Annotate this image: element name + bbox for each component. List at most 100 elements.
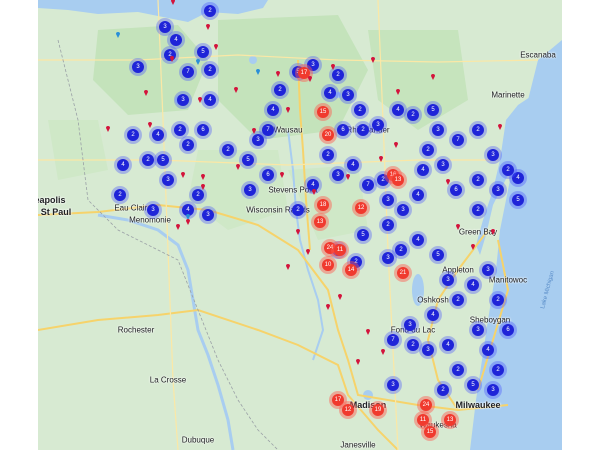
marker-cluster[interactable]: 4 (512, 172, 524, 184)
map-pin-icon[interactable] (366, 328, 370, 335)
marker-cluster[interactable]: 2 (437, 384, 449, 396)
marker-cluster[interactable]: 4 (392, 104, 404, 116)
marker-cluster[interactable]: 5 (432, 249, 444, 261)
marker-cluster[interactable]: 3 (202, 209, 214, 221)
map-pin-icon[interactable] (308, 75, 312, 82)
marker-cluster[interactable]: 6 (262, 169, 274, 181)
marker-cluster[interactable]: 13 (314, 216, 326, 228)
map-pin-icon[interactable] (431, 73, 435, 80)
map-pin-icon[interactable] (171, 0, 175, 5)
marker-cluster[interactable]: 3 (382, 194, 394, 206)
marker-cluster[interactable]: 3 (177, 94, 189, 106)
marker-cluster[interactable]: 2 (395, 244, 407, 256)
marker-cluster[interactable]: 6 (502, 324, 514, 336)
marker-cluster[interactable]: 2 (492, 294, 504, 306)
map-pin-icon[interactable] (201, 183, 205, 190)
marker-cluster[interactable]: 24 (420, 399, 432, 411)
map-pin-icon[interactable] (144, 89, 148, 96)
marker-cluster[interactable]: 4 (442, 339, 454, 351)
marker-cluster[interactable]: 12 (342, 404, 354, 416)
marker-cluster[interactable]: 3 (132, 61, 144, 73)
marker-cluster[interactable]: 3 (482, 264, 494, 276)
map-pin-icon[interactable] (256, 68, 260, 75)
marker-cluster[interactable]: 17 (332, 394, 344, 406)
map-pin-icon[interactable] (394, 141, 398, 148)
marker-cluster[interactable]: 3 (437, 159, 449, 171)
marker-cluster[interactable]: 2 (222, 144, 234, 156)
marker-cluster[interactable]: 2 (182, 139, 194, 151)
marker-cluster[interactable]: 7 (452, 134, 464, 146)
map-pin-icon[interactable] (296, 228, 300, 235)
marker-cluster[interactable]: 3 (372, 119, 384, 131)
marker-cluster[interactable]: 7 (182, 66, 194, 78)
map-pin-icon[interactable] (234, 86, 238, 93)
marker-cluster[interactable]: 6 (337, 124, 349, 136)
marker-cluster[interactable]: 5 (157, 154, 169, 166)
marker-cluster[interactable]: 3 (332, 169, 344, 181)
map-pin-icon[interactable] (170, 55, 174, 62)
marker-cluster[interactable]: 11 (417, 414, 429, 426)
marker-cluster[interactable]: 2 (332, 69, 344, 81)
marker-cluster[interactable]: 13 (392, 174, 404, 186)
marker-cluster[interactable]: 2 (354, 104, 366, 116)
marker-cluster[interactable]: 5 (427, 104, 439, 116)
marker-cluster[interactable]: 2 (422, 144, 434, 156)
marker-cluster[interactable]: 5 (197, 46, 209, 58)
marker-cluster[interactable]: 3 (432, 124, 444, 136)
marker-cluster[interactable]: 3 (342, 89, 354, 101)
marker-cluster[interactable]: 2 (407, 339, 419, 351)
marker-cluster[interactable]: 15 (424, 426, 436, 438)
marker-cluster[interactable]: 3 (387, 379, 399, 391)
marker-cluster[interactable]: 2 (142, 154, 154, 166)
marker-cluster[interactable]: 2 (502, 164, 514, 176)
map-pin-icon[interactable] (356, 358, 360, 365)
marker-cluster[interactable]: 3 (404, 319, 416, 331)
map-pin-icon[interactable] (198, 96, 202, 103)
marker-cluster[interactable]: 2 (452, 364, 464, 376)
marker-cluster[interactable]: 2 (204, 64, 216, 76)
marker-cluster[interactable]: 20 (322, 129, 334, 141)
map-pin-icon[interactable] (326, 303, 330, 310)
marker-cluster[interactable]: 2 (322, 149, 334, 161)
map-pin-icon[interactable] (471, 243, 475, 250)
map-pin-icon[interactable] (116, 31, 120, 38)
marker-cluster[interactable]: 4 (467, 279, 479, 291)
marker-cluster[interactable]: 2 (472, 174, 484, 186)
marker-cluster[interactable]: 4 (412, 234, 424, 246)
map-pin-icon[interactable] (379, 155, 383, 162)
marker-cluster[interactable]: 6 (197, 124, 209, 136)
marker-cluster[interactable]: 3 (252, 134, 264, 146)
marker-cluster[interactable]: 4 (117, 159, 129, 171)
marker-cluster[interactable]: 2 (127, 129, 139, 141)
map-pin-icon[interactable] (306, 248, 310, 255)
marker-cluster[interactable]: 15 (317, 106, 329, 118)
map-pin-icon[interactable] (280, 171, 284, 178)
map-pin-icon[interactable] (181, 171, 185, 178)
marker-cluster[interactable]: 18 (317, 199, 329, 211)
map-pin-icon[interactable] (186, 218, 190, 225)
marker-cluster[interactable]: 3 (147, 204, 159, 216)
marker-cluster[interactable]: 2 (407, 109, 419, 121)
marker-cluster[interactable]: 4 (267, 104, 279, 116)
map-pin-icon[interactable] (286, 263, 290, 270)
map-pin-icon[interactable] (331, 63, 335, 70)
marker-cluster[interactable]: 7 (387, 334, 399, 346)
marker-cluster[interactable]: 2 (472, 204, 484, 216)
marker-cluster[interactable]: 5 (357, 229, 369, 241)
map-pin-icon[interactable] (276, 70, 280, 77)
marker-cluster[interactable]: 3 (162, 174, 174, 186)
map-pin-icon[interactable] (196, 58, 200, 65)
map-pin-icon[interactable] (498, 123, 502, 130)
marker-cluster[interactable]: 4 (170, 34, 182, 46)
map-pin-icon[interactable] (396, 88, 400, 95)
map-pin-icon[interactable] (106, 125, 110, 132)
marker-cluster[interactable]: 7 (362, 179, 374, 191)
marker-cluster[interactable]: 4 (417, 164, 429, 176)
map-pin-icon[interactable] (381, 348, 385, 355)
marker-cluster[interactable]: 2 (452, 294, 464, 306)
map-pin-icon[interactable] (312, 188, 316, 195)
marker-cluster[interactable]: 3 (397, 204, 409, 216)
map-pin-icon[interactable] (252, 127, 256, 134)
marker-cluster[interactable]: 2 (274, 84, 286, 96)
map-canvas[interactable]: eapolisSt PaulMilwaukeeMadisonRochesterG… (38, 0, 562, 450)
